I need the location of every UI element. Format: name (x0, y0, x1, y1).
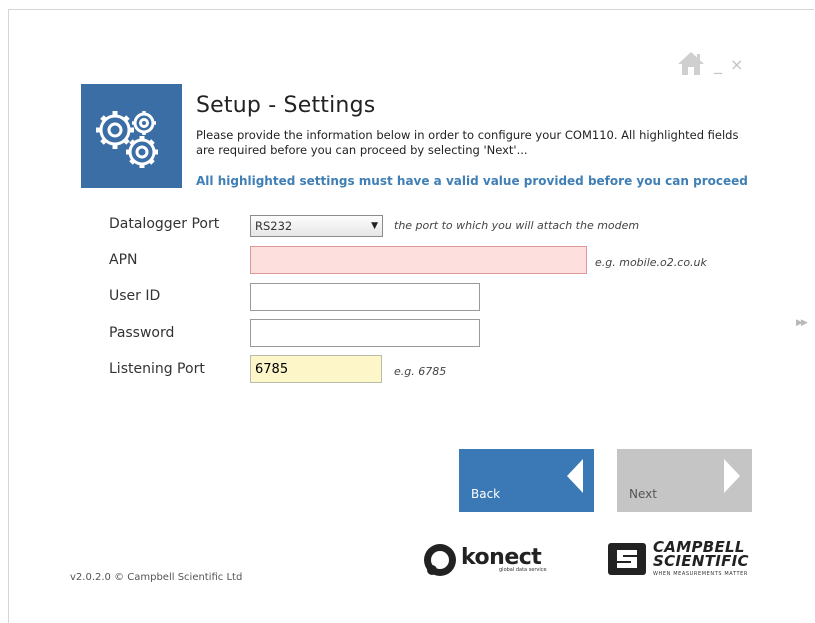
back-arrow-icon (567, 459, 583, 493)
back-button-label: Back (471, 487, 501, 501)
next-button-label: Next (629, 487, 657, 501)
back-button[interactable]: Back (459, 449, 594, 512)
campbell-scientific-logo: CAMPBELL SCIENTIFIC WHEN MEASUREMENTS MA… (607, 540, 749, 577)
datalogger-port-label: Datalogger Port (109, 216, 220, 232)
listening-port-input[interactable] (250, 355, 382, 383)
user-id-input[interactable] (250, 283, 480, 311)
page-title: Setup - Settings (196, 93, 376, 118)
csi-mark-icon (608, 542, 646, 575)
listening-port-hint: e.g. 6785 (394, 365, 447, 378)
konect-logo: konect global data service (423, 543, 547, 577)
konect-mark-icon (424, 544, 456, 576)
next-arrow-icon (724, 459, 740, 493)
next-button[interactable]: Next (617, 449, 752, 512)
gears-icon (81, 84, 182, 188)
page-description: Please provide the information below in … (196, 128, 739, 157)
validation-notice: All highlighted settings must have a val… (196, 174, 748, 188)
apn-hint: e.g. mobile.o2.co.uk (595, 256, 707, 269)
apn-input[interactable] (250, 246, 587, 274)
version-text: v2.0.2.0 © Campbell Scientific Ltd (70, 572, 243, 583)
scroll-right-icon[interactable]: ▶▶ (796, 318, 808, 328)
datalogger-port-hint: the port to which you will attach the mo… (394, 219, 640, 232)
window-controls: _ × (676, 50, 743, 79)
listening-port-label: Listening Port (109, 361, 205, 377)
password-label: Password (109, 325, 175, 341)
konect-tagline: global data service (499, 567, 547, 573)
datalogger-port-select[interactable]: RS232 ▼ (250, 215, 383, 237)
password-input[interactable] (250, 319, 480, 347)
campbell-tagline: WHEN MEASUREMENTS MATTER (653, 571, 748, 577)
dropdown-arrow-icon: ▼ (371, 221, 378, 231)
close-icon[interactable]: × (730, 56, 743, 73)
user-id-label: User ID (109, 288, 161, 304)
scientific-wordmark: SCIENTIFIC (653, 552, 749, 570)
datalogger-port-value: RS232 (255, 219, 293, 233)
konect-wordmark: konect (461, 545, 542, 570)
apn-label: APN (109, 252, 138, 268)
home-icon[interactable] (676, 50, 706, 79)
minimize-icon[interactable]: _ (714, 56, 722, 73)
